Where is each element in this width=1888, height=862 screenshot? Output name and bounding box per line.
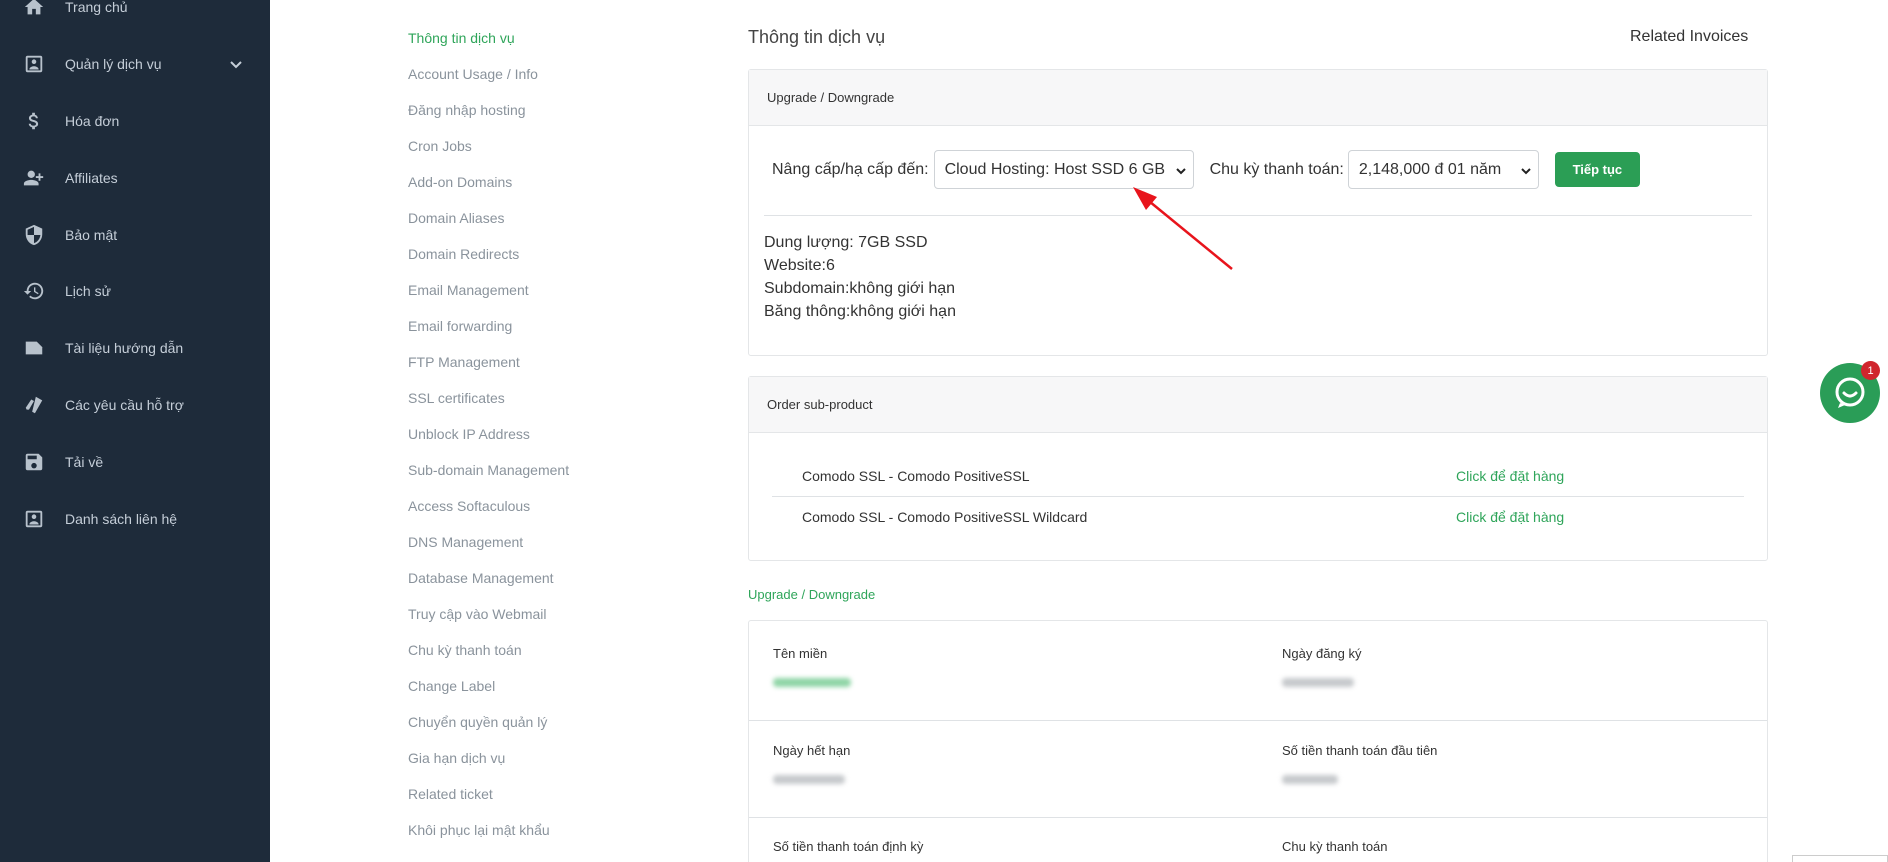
sidebar-item-label: Hóa đơn	[65, 113, 120, 129]
subnav-item-hosting-login[interactable]: Đăng nhập hosting	[408, 102, 526, 118]
sub-product-name: Comodo SSL - Comodo PositiveSSL	[802, 468, 1030, 484]
subnav-item-renew-service[interactable]: Gia hạn dịch vụ	[408, 750, 505, 766]
spec-websites: Website:6	[764, 257, 835, 274]
order-sub-product-link[interactable]: Click để đặt hàng	[1456, 468, 1564, 484]
subnav-item-database-management[interactable]: Database Management	[408, 570, 554, 586]
sidebar-item-label: Bảo mật	[65, 227, 118, 243]
subnav-item-unblock-ip[interactable]: Unblock IP Address	[408, 426, 530, 442]
domain-label: Tên miền	[773, 646, 828, 661]
plan-select-value: Cloud Hosting: Host SSD 6 GB	[944, 160, 1166, 178]
history-icon	[23, 280, 45, 302]
spec-bandwidth: Băng thông:không giới hạn	[764, 303, 956, 320]
label-tag-icon	[23, 337, 45, 359]
contact-card-icon	[23, 53, 45, 75]
sidebar-item-security[interactable]: Bảo mật	[0, 215, 270, 255]
sidebar-item-label: Trang chủ	[65, 0, 128, 15]
card-header: Upgrade / Downgrade	[749, 70, 1767, 126]
subnav-item-billing-cycle[interactable]: Chu kỳ thanh toán	[408, 642, 522, 658]
subnav-item-email-forwarding[interactable]: Email forwarding	[408, 318, 512, 334]
plan-select[interactable]: Cloud Hosting: Host SSD 6 GB	[933, 150, 1194, 189]
user-add-icon	[23, 167, 45, 189]
sidebar-item-invoices[interactable]: Hóa đơn	[0, 101, 270, 141]
sidebar-item-affiliates[interactable]: Affiliates	[0, 158, 270, 198]
subnav-item-subdomain-management[interactable]: Sub-domain Management	[408, 462, 569, 478]
spec-storage: Dung lượng: 7GB SSD	[764, 234, 928, 251]
save-icon	[23, 451, 45, 473]
divider	[764, 215, 1752, 216]
spec-subdomains: Subdomain:không giới hạn	[764, 280, 956, 297]
subnav-item-ftp-management[interactable]: FTP Management	[408, 354, 520, 370]
first-payment-value-redacted	[1282, 775, 1338, 784]
home-icon	[23, 0, 45, 18]
order-sub-product-card: Order sub-product Comodo SSL - Comodo Po…	[748, 376, 1768, 561]
subnav-item-related-ticket[interactable]: Related ticket	[408, 786, 493, 802]
upgrade-label: Nâng cấp/hạ cấp đến:	[772, 160, 929, 178]
sidebar-item-support-tickets[interactable]: Các yêu cầu hỗ trợ	[0, 385, 270, 425]
sidebar-item-label: Quản lý dịch vụ	[65, 56, 162, 72]
subnav-item-softaculous[interactable]: Access Softaculous	[408, 498, 530, 514]
sidebar-item-label: Tài liệu hướng dẫn	[65, 340, 184, 356]
subnav-item-domain-redirects[interactable]: Domain Redirects	[408, 246, 519, 262]
billing-cycle-info-label: Chu kỳ thanh toán	[1282, 839, 1388, 854]
sidebar-item-label: Tải về	[65, 454, 104, 470]
sidebar-item-label: Lịch sử	[65, 283, 111, 299]
upgrade-downgrade-link[interactable]: Upgrade / Downgrade	[748, 587, 875, 602]
sidebar-item-documentation[interactable]: Tài liệu hướng dẫn	[0, 328, 270, 368]
subnav-item-domain-aliases[interactable]: Domain Aliases	[408, 210, 505, 226]
subnav-item-email-management[interactable]: Email Management	[408, 282, 529, 298]
shield-icon	[23, 224, 45, 246]
sidebar: Trang chủ Quản lý dịch vụ Hóa đơn Affili…	[0, 0, 270, 862]
card-header: Order sub-product	[749, 377, 1767, 433]
order-sub-product-link[interactable]: Click để đặt hàng	[1456, 509, 1564, 525]
subnav-item-change-label[interactable]: Change Label	[408, 678, 495, 694]
expiry-date-label: Ngày hết hạn	[773, 743, 851, 758]
recurring-payment-label: Số tiền thanh toán định kỳ	[773, 839, 924, 854]
registration-date-label: Ngày đăng ký	[1282, 646, 1362, 661]
sidebar-item-home[interactable]: Trang chủ	[0, 0, 270, 27]
page-title: Thông tin dịch vụ	[748, 27, 886, 47]
corner-widget[interactable]	[1792, 855, 1888, 862]
subnav-item-ssl-certificates[interactable]: SSL certificates	[408, 390, 505, 406]
sidebar-item-label: Affiliates	[65, 170, 118, 186]
billing-cycle-select[interactable]: 2,148,000 đ 01 năm	[1347, 150, 1539, 189]
subnav-item-reset-password[interactable]: Khôi phục lại mật khẩu	[408, 822, 550, 838]
sidebar-item-downloads[interactable]: Tải về	[0, 442, 270, 482]
sidebar-item-label: Danh sách liên hệ	[65, 511, 178, 527]
continue-button[interactable]: Tiếp tục	[1554, 152, 1640, 187]
service-info-card: Tên miền Ngày đăng ký Ngày hết hạn Số ti…	[748, 620, 1768, 862]
subnav-item-addon-domains[interactable]: Add-on Domains	[408, 174, 512, 190]
chevron-down-icon[interactable]	[228, 56, 244, 72]
chevron-down-icon	[1520, 164, 1532, 176]
divider	[772, 496, 1744, 497]
sub-product-name: Comodo SSL - Comodo PositiveSSL Wildcard	[802, 509, 1088, 525]
chat-notification-badge: 1	[1861, 361, 1880, 380]
domain-value-redacted	[773, 678, 851, 687]
sidebar-item-contacts[interactable]: Danh sách liên hệ	[0, 499, 270, 539]
contact-card-icon	[23, 508, 45, 530]
billing-cycle-label: Chu kỳ thanh toán:	[1209, 160, 1344, 178]
billing-cycle-select-value: 2,148,000 đ 01 năm	[1358, 160, 1502, 178]
upgrade-form-row: Nâng cấp/hạ cấp đến: Cloud Hosting: Host…	[772, 150, 1640, 189]
first-payment-label: Số tiền thanh toán đầu tiên	[1282, 743, 1438, 758]
related-invoices-link[interactable]: Related Invoices	[1630, 28, 1748, 46]
subnav-item-dns-management[interactable]: DNS Management	[408, 534, 523, 550]
subnav-item-account-usage[interactable]: Account Usage / Info	[408, 66, 538, 82]
subnav-item-transfer-ownership[interactable]: Chuyển quyền quản lý	[408, 714, 547, 730]
registration-date-value-redacted	[1282, 678, 1354, 687]
tickets-icon	[23, 394, 45, 416]
divider	[749, 720, 1767, 721]
sidebar-item-service-management[interactable]: Quản lý dịch vụ	[0, 44, 270, 84]
chat-bubble-icon	[1835, 377, 1865, 408]
sidebar-item-history[interactable]: Lịch sử	[0, 271, 270, 311]
divider	[749, 817, 1767, 818]
subnav-item-service-info[interactable]: Thông tin dịch vụ	[408, 30, 515, 46]
upgrade-downgrade-card: Upgrade / Downgrade Nâng cấp/hạ cấp đến:…	[748, 69, 1768, 356]
dollar-icon	[23, 110, 45, 132]
subnav-item-webmail[interactable]: Truy cập vào Webmail	[408, 606, 547, 622]
sidebar-item-label: Các yêu cầu hỗ trợ	[65, 397, 184, 413]
subnav-item-cron-jobs[interactable]: Cron Jobs	[408, 138, 472, 154]
expiry-date-value-redacted	[773, 775, 845, 784]
chevron-down-icon	[1175, 164, 1187, 176]
